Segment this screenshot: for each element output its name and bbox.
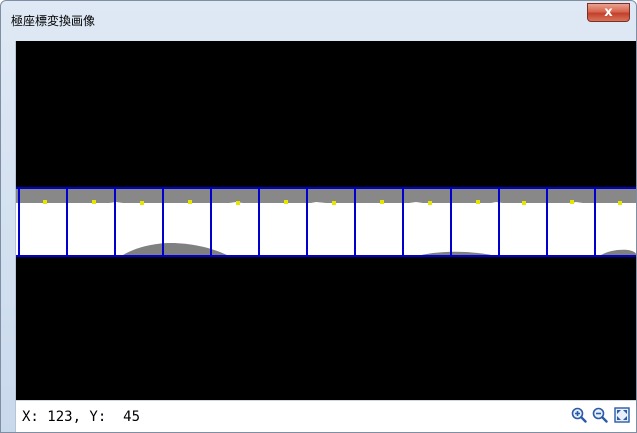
white-band bbox=[16, 203, 636, 257]
marker bbox=[140, 201, 144, 205]
app-window: 極座標変換画像 x X: 123, Y: 45 bbox=[0, 0, 637, 433]
image-viewer[interactable] bbox=[16, 41, 636, 400]
marker bbox=[570, 200, 574, 204]
marker bbox=[522, 201, 526, 205]
zoom-out-glyph bbox=[592, 407, 608, 423]
fit-glyph bbox=[614, 407, 630, 423]
status-bar: X: 123, Y: 45 bbox=[16, 400, 636, 432]
marker bbox=[618, 201, 622, 205]
client-area: X: 123, Y: 45 bbox=[15, 41, 636, 432]
window-title: 極座標変換画像 bbox=[11, 14, 96, 28]
close-button[interactable]: x bbox=[587, 3, 630, 22]
title-bar[interactable]: 極座標変換画像 x bbox=[1, 1, 636, 37]
marker bbox=[380, 200, 384, 204]
polar-transform-image bbox=[16, 187, 636, 257]
cursor-coordinates: X: 123, Y: 45 bbox=[22, 409, 141, 425]
zoom-in-icon[interactable] bbox=[571, 407, 587, 423]
marker bbox=[236, 201, 240, 205]
marker bbox=[92, 200, 96, 204]
marker bbox=[284, 200, 288, 204]
marker bbox=[476, 200, 480, 204]
zoom-in-glyph bbox=[571, 407, 587, 423]
marker bbox=[428, 201, 432, 205]
marker bbox=[188, 200, 192, 204]
marker bbox=[332, 201, 336, 205]
fit-to-window-icon[interactable] bbox=[614, 407, 630, 423]
gray-band bbox=[16, 187, 636, 203]
marker bbox=[43, 200, 47, 204]
zoom-out-icon[interactable] bbox=[592, 407, 608, 423]
